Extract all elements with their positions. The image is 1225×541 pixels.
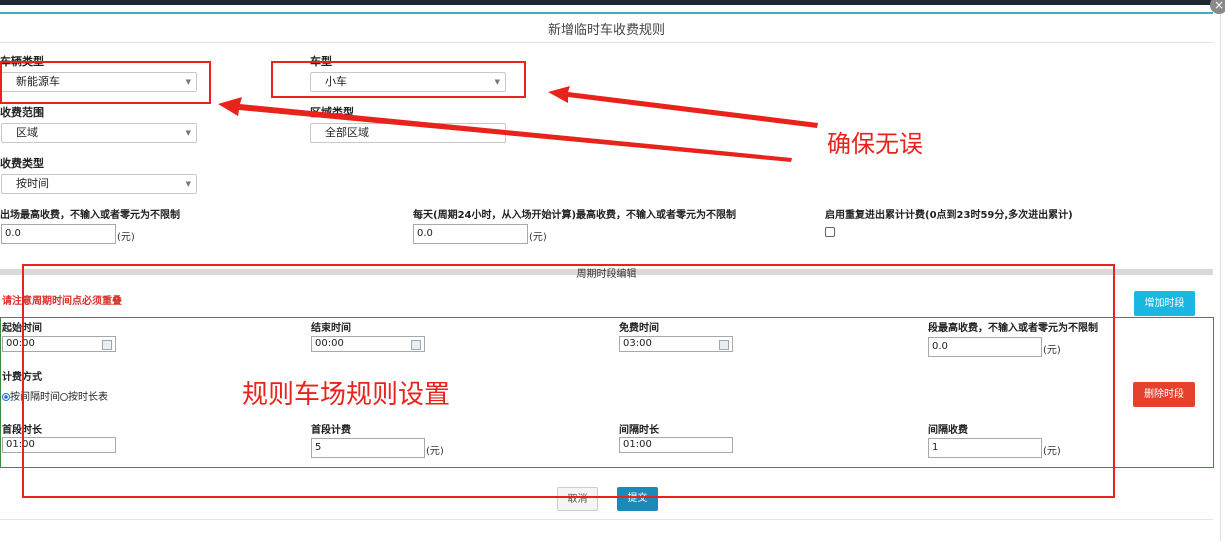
annotation-arrows	[218, 86, 818, 162]
arrow-to-car-model	[548, 86, 818, 128]
arrow-to-plate-type	[218, 97, 792, 162]
annotation-ensure-correct: 确保无误	[827, 130, 923, 158]
annotation-rule-setting: 规则车场规则设置	[242, 380, 451, 410]
